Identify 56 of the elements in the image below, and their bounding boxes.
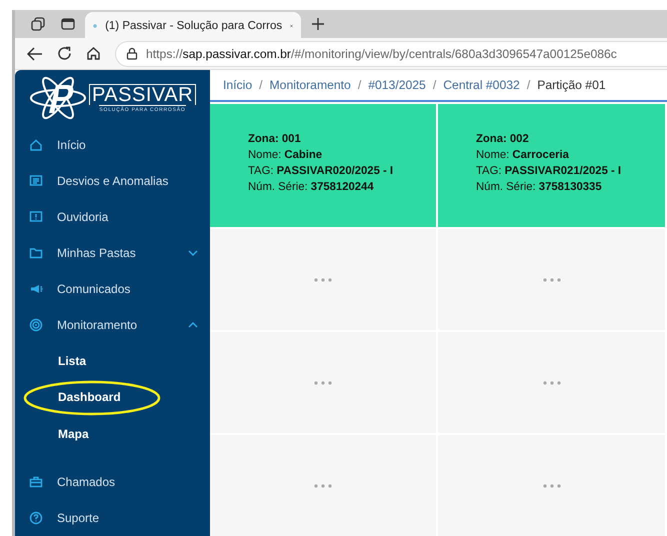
zone-detail: TAG: PASSIVAR021/2025 - I bbox=[476, 164, 622, 178]
message-icon bbox=[29, 174, 43, 188]
sidebar-item[interactable]: Início bbox=[15, 126, 210, 162]
breadcrumb-link[interactable]: Central #0032 bbox=[443, 78, 520, 92]
breadcrumb-separator: / bbox=[358, 78, 362, 92]
zone-detail: TAG: PASSIVAR020/2025 - I bbox=[248, 164, 394, 178]
logo-text: PASSIVAR bbox=[88, 84, 196, 105]
breadcrumb-link[interactable]: #013/2025 bbox=[368, 78, 426, 92]
folder-icon bbox=[29, 246, 43, 260]
sidebar-item[interactable]: Chamados bbox=[15, 464, 210, 500]
breadcrumb-separator: / bbox=[432, 78, 436, 92]
url-text: https://sap.passivar.com.br/#/monitoring/view/by/centrals/680a3d3096547a00125e086c bbox=[146, 46, 617, 60]
ellipsis-icon bbox=[542, 278, 560, 282]
breadcrumb-current: Partição #01 bbox=[537, 78, 606, 92]
ellipsis-icon bbox=[314, 380, 332, 384]
tab-title: (1) Passivar - Solução para Corros bbox=[105, 20, 282, 32]
zone-card[interactable]: Zona: 001 Nome: Cabine TAG: PASSIVAR020/2025 - I Núm. Série: 3758120244 bbox=[210, 104, 436, 227]
sidebar-item[interactable]: Minhas Pastas bbox=[15, 234, 210, 270]
lock-icon bbox=[126, 47, 138, 60]
zone-detail: Núm. Série: 3758130335 bbox=[476, 180, 603, 194]
back-icon[interactable] bbox=[27, 46, 43, 60]
zone-detail: Nome: Carroceria bbox=[476, 148, 570, 162]
home-icon bbox=[29, 138, 43, 152]
sidebar-item[interactable]: Monitoramento bbox=[15, 306, 210, 342]
stacked-squares-icon bbox=[31, 17, 45, 31]
alert-message-icon bbox=[29, 210, 43, 224]
zone-title: Zona: 002 bbox=[476, 132, 530, 146]
ellipsis-icon bbox=[542, 484, 560, 488]
briefcase-icon bbox=[29, 475, 43, 489]
sidebar-item[interactable]: Desvios e Anomalias bbox=[15, 162, 210, 198]
zone-card[interactable]: Zona: 002 Nome: Carroceria TAG: PASSIVAR021/2025 - I Núm. Série: 3758130335 bbox=[438, 104, 665, 227]
zone-detail: Nome: Cabine bbox=[248, 148, 324, 162]
address-bar[interactable]: https://sap.passivar.com.br/#/monitoring/view/by/centrals/680a3d3096547a00125e086c bbox=[115, 40, 667, 66]
reload-icon[interactable] bbox=[57, 46, 72, 61]
zone-title: Zona: 001 bbox=[248, 132, 302, 146]
sidebar-item[interactable]: Comunicados bbox=[15, 270, 210, 306]
breadcrumb-link[interactable]: Monitoramento bbox=[270, 78, 351, 92]
breadcrumb-separator: / bbox=[526, 78, 530, 92]
sidebar-item[interactable]: Suporte bbox=[15, 500, 210, 536]
home-icon[interactable] bbox=[86, 46, 101, 61]
plus-icon bbox=[311, 17, 325, 31]
submenu-item[interactable]: Mapa bbox=[15, 416, 210, 452]
ellipsis-icon bbox=[314, 484, 332, 488]
help-icon bbox=[29, 511, 43, 525]
window-icon bbox=[61, 18, 75, 30]
atom-logo-icon bbox=[28, 75, 87, 122]
submenu-item[interactable]: Dashboard bbox=[15, 379, 210, 416]
submenu-item[interactable]: Lista bbox=[15, 342, 210, 379]
ellipsis-icon bbox=[314, 278, 332, 282]
target-icon bbox=[29, 318, 43, 332]
breadcrumb-link[interactable]: Início bbox=[223, 78, 252, 92]
breadcrumb-separator: / bbox=[259, 78, 263, 92]
browser-tab[interactable]: (1) Passivar - Solução para Corros bbox=[85, 12, 301, 40]
sidebar-item[interactable]: Ouvidoria bbox=[15, 198, 210, 234]
ellipsis-icon bbox=[542, 380, 560, 384]
zone-detail: Núm. Série: 3758120244 bbox=[248, 180, 375, 194]
